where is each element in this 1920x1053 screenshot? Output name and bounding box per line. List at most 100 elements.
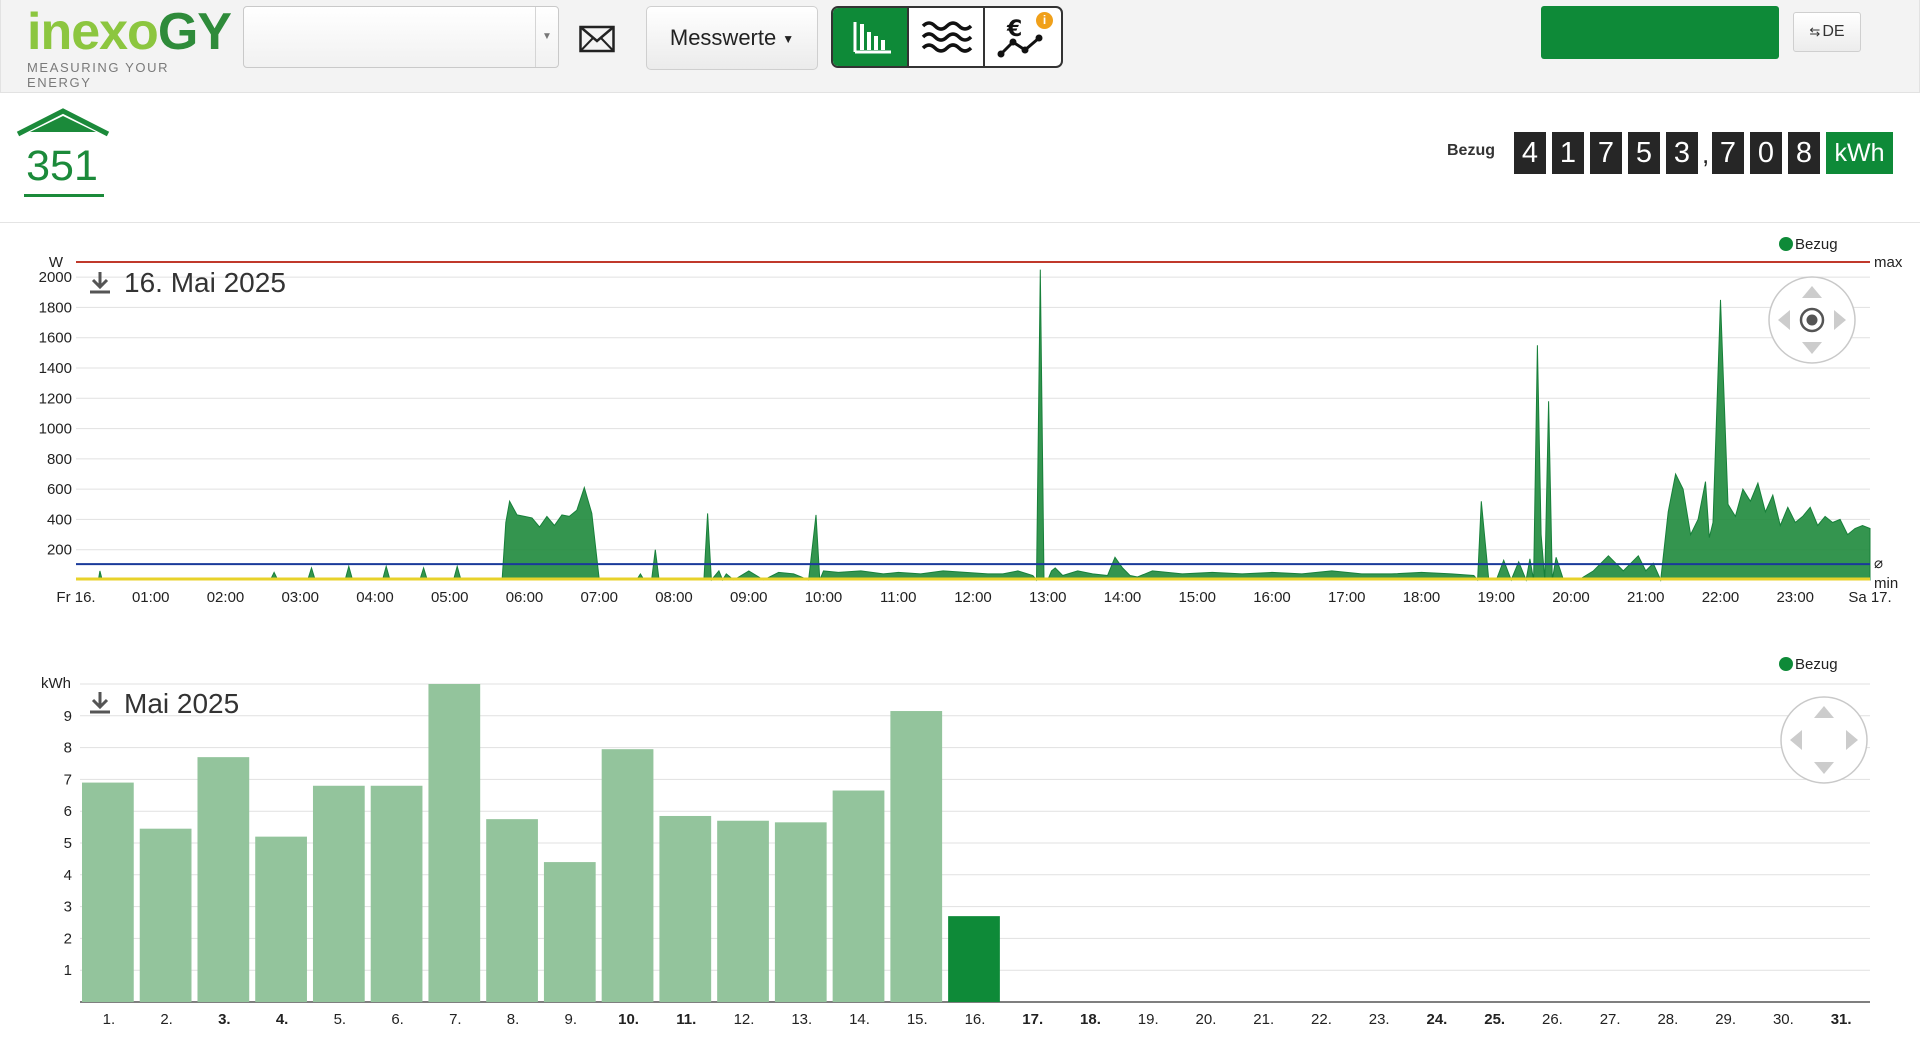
max-line-label: max [1874, 254, 1903, 271]
x-tick-label: 23:00 [1776, 589, 1814, 606]
x-tick-label: 16:00 [1253, 589, 1291, 606]
x-tick-label: 19:00 [1477, 589, 1515, 606]
messwerte-dropdown-button[interactable]: Messwerte ▼ [646, 6, 818, 70]
x-tick-label: 31. [1831, 1011, 1852, 1028]
x-tick-label: 13. [791, 1011, 812, 1028]
x-tick-label: Fr 16. [56, 589, 95, 606]
y-tick-label: 1800 [39, 299, 72, 316]
view-waves-button[interactable] [909, 8, 985, 66]
x-tick-label: 17:00 [1328, 589, 1366, 606]
bar-chart-icon [853, 22, 891, 54]
logo-tagline: MEASURING YOUR ENERGY [27, 60, 170, 90]
x-tick-label: 28. [1657, 1011, 1678, 1028]
y-tick-label: 9 [64, 708, 72, 725]
y-tick-label: 4 [64, 867, 72, 884]
x-tick-label: 20. [1196, 1011, 1217, 1028]
x-tick-label: 7. [449, 1011, 462, 1028]
meter-house-icon[interactable]: 351 [14, 108, 112, 200]
x-tick-label: 30. [1773, 1011, 1794, 1028]
average-line-label: ⌀ [1874, 555, 1883, 572]
view-bars-button[interactable] [833, 8, 909, 66]
x-tick-label: 23. [1369, 1011, 1390, 1028]
x-tick-label: 22:00 [1702, 589, 1740, 606]
chart-title: 16. Mai 2025 [124, 267, 286, 298]
x-tick-label: Sa 17. [1848, 589, 1891, 606]
legend-label: Bezug [1795, 656, 1838, 673]
x-tick-label: 4. [276, 1011, 289, 1028]
counter-decimal-digit: 7 [1712, 132, 1744, 174]
day-bar [486, 819, 538, 1002]
y-tick-label: 2 [64, 930, 72, 947]
x-tick-label: 10:00 [805, 589, 843, 606]
counter-comma: , [1702, 139, 1710, 169]
y-tick-label: 800 [47, 451, 72, 468]
meter-id: 351 [26, 142, 98, 190]
envelope-icon[interactable] [579, 24, 615, 54]
svg-text:€: € [1006, 17, 1022, 42]
y-tick-label: 600 [47, 481, 72, 498]
counter-decimal-digit: 0 [1750, 132, 1782, 174]
x-tick-label: 9. [565, 1011, 578, 1028]
legend-label: Bezug [1795, 236, 1838, 253]
day-bar [82, 782, 134, 1002]
x-tick-label: 8. [507, 1011, 520, 1028]
y-tick-label: 6 [64, 803, 72, 820]
x-tick-label: 21. [1253, 1011, 1274, 1028]
day-bar [197, 757, 250, 1002]
counter-digit: 5 [1628, 132, 1660, 174]
account-button[interactable] [1541, 6, 1779, 59]
day-bar [717, 820, 769, 1002]
counter-digit: 7 [1590, 132, 1622, 174]
day-bar [832, 790, 885, 1002]
x-tick-label: 14. [849, 1011, 870, 1028]
language-button[interactable]: ⇆ DE [1793, 12, 1861, 52]
y-axis-unit: kWh [41, 675, 71, 692]
x-tick-label: 20:00 [1552, 589, 1590, 606]
x-tick-label: 09:00 [730, 589, 768, 606]
y-tick-label: 400 [47, 511, 72, 528]
x-tick-label: 29. [1715, 1011, 1736, 1028]
x-tick-label: 26. [1542, 1011, 1563, 1028]
x-tick-label: 11:00 [880, 589, 916, 606]
x-tick-label: 3. [218, 1011, 231, 1028]
y-tick-label: 3 [64, 899, 72, 916]
x-tick-label: 13:00 [1029, 589, 1067, 606]
download-icon[interactable] [90, 272, 110, 294]
day-bar [659, 815, 712, 1002]
meter-id-underline [24, 194, 104, 197]
y-tick-label: 5 [64, 835, 72, 852]
x-tick-label: 04:00 [356, 589, 394, 606]
meter-counter: 4 1 7 5 3 , 7 0 8 kWh [1514, 132, 1893, 174]
x-tick-label: 14:00 [1104, 589, 1142, 606]
messwerte-label: Messwerte [669, 25, 777, 50]
info-badge-icon: i [1036, 12, 1053, 29]
y-tick-label: 1600 [39, 330, 72, 347]
x-tick-label: 6. [391, 1011, 404, 1028]
x-tick-label: 1. [103, 1011, 116, 1028]
x-tick-label: 5. [334, 1011, 347, 1028]
x-tick-label: 24. [1427, 1011, 1448, 1028]
x-tick-label: 12:00 [954, 589, 992, 606]
x-tick-label: 18:00 [1403, 589, 1441, 606]
x-tick-label: 19. [1138, 1011, 1159, 1028]
x-tick-label: 22. [1311, 1011, 1332, 1028]
pan-navigator-icon[interactable] [1768, 276, 1856, 364]
x-tick-label: 18. [1080, 1011, 1101, 1028]
pan-navigator-icon[interactable] [1780, 696, 1868, 784]
day-bar [774, 822, 827, 1002]
legend-marker [1779, 237, 1793, 251]
legend-marker [1779, 657, 1793, 671]
view-cost-button[interactable]: € i [985, 8, 1061, 66]
meter-select[interactable]: ▼ [243, 6, 559, 68]
x-tick-label: 08:00 [655, 589, 693, 606]
bezug-area-series [76, 269, 1871, 582]
y-tick-label: 7 [64, 771, 72, 788]
y-tick-label: 200 [47, 542, 72, 559]
section-divider [0, 222, 1920, 223]
inexogy-logo[interactable]: inexoGY MEASURING YOUR ENERGY [27, 6, 232, 90]
download-icon[interactable] [90, 692, 110, 714]
x-tick-label: 12. [734, 1011, 755, 1028]
counter-label: Bezug [1447, 142, 1495, 159]
day-bar [370, 785, 423, 1002]
day-bar [543, 862, 596, 1002]
